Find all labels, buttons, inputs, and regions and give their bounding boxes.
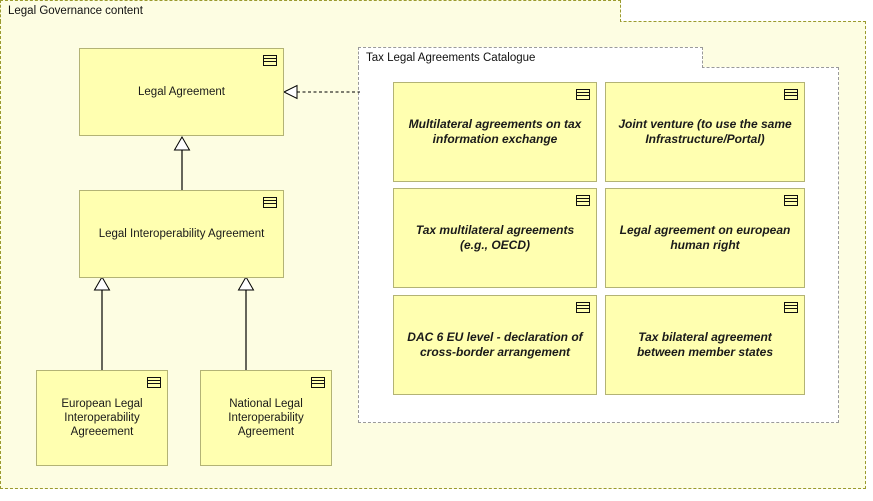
node-legal-agreement[interactable]: Legal Agreement xyxy=(79,48,284,136)
contract-icon xyxy=(576,302,590,313)
contract-icon xyxy=(263,197,277,208)
node-european-legal-interoperability-agreement-label: European Legal Interoperability Agreeeme… xyxy=(61,398,143,438)
node-legal-interoperability-agreement-label: Legal Interoperability Agreement xyxy=(98,228,265,240)
node-legal-agreement-human-right-label: Legal agreement on european human right xyxy=(619,223,791,252)
group-legal-governance-content-tab-joint xyxy=(1,20,620,23)
contract-icon xyxy=(576,195,590,206)
node-national-legal-interoperability-agreement[interactable]: National Legal Interoperability Agreemen… xyxy=(200,370,332,466)
diagram-canvas: Legal Governance content Tax Legal Agree… xyxy=(0,0,873,501)
contract-icon xyxy=(576,89,590,100)
node-dac6-eu-level-label: DAC 6 EU level - declaration of cross-bo… xyxy=(407,330,583,359)
group-legal-governance-content-label: Legal Governance content xyxy=(0,0,621,22)
node-tax-multilateral-oecd[interactable]: Tax multilateral agreements (e.g., OECD) xyxy=(393,188,597,288)
contract-icon xyxy=(784,89,798,100)
connector-generalization-european-to-interop[interactable] xyxy=(90,275,114,372)
node-joint-venture-infrastructure[interactable]: Joint venture (to use the same Infrastru… xyxy=(605,82,805,182)
group-tax-legal-agreements-catalogue-label: Tax Legal Agreements Catalogue xyxy=(358,47,703,68)
contract-icon xyxy=(311,377,325,388)
connector-realization-catalogue-to-legal-agreement[interactable] xyxy=(282,84,361,100)
node-tax-bilateral-member-states-label: Tax bilateral agreement between member s… xyxy=(636,330,774,359)
node-legal-agreement-label: Legal Agreement xyxy=(138,86,225,98)
node-legal-agreement-human-right[interactable]: Legal agreement on european human right xyxy=(605,188,805,288)
node-tax-multilateral-oecd-label: Tax multilateral agreements (e.g., OECD) xyxy=(415,223,575,252)
node-multilateral-tax-info-exchange-label: Multilateral agreements on tax informati… xyxy=(408,117,582,146)
node-joint-venture-infrastructure-label: Joint venture (to use the same Infrastru… xyxy=(618,117,792,146)
node-european-legal-interoperability-agreement[interactable]: European Legal Interoperability Agreeeme… xyxy=(36,370,168,466)
node-dac6-eu-level[interactable]: DAC 6 EU level - declaration of cross-bo… xyxy=(393,295,597,395)
contract-icon xyxy=(784,302,798,313)
contract-icon xyxy=(263,55,277,66)
node-tax-bilateral-member-states[interactable]: Tax bilateral agreement between member s… xyxy=(605,295,805,395)
group-tax-legal-agreements-catalogue-tab-joint xyxy=(359,66,702,69)
connector-generalization-interop-to-legal-agreement[interactable] xyxy=(170,135,194,192)
contract-icon xyxy=(784,195,798,206)
node-multilateral-tax-info-exchange[interactable]: Multilateral agreements on tax informati… xyxy=(393,82,597,182)
contract-icon xyxy=(147,377,161,388)
connector-generalization-national-to-interop[interactable] xyxy=(234,275,258,372)
node-national-legal-interoperability-agreement-label: National Legal Interoperability Agreemen… xyxy=(228,398,304,438)
node-legal-interoperability-agreement[interactable]: Legal Interoperability Agreement xyxy=(79,190,284,278)
